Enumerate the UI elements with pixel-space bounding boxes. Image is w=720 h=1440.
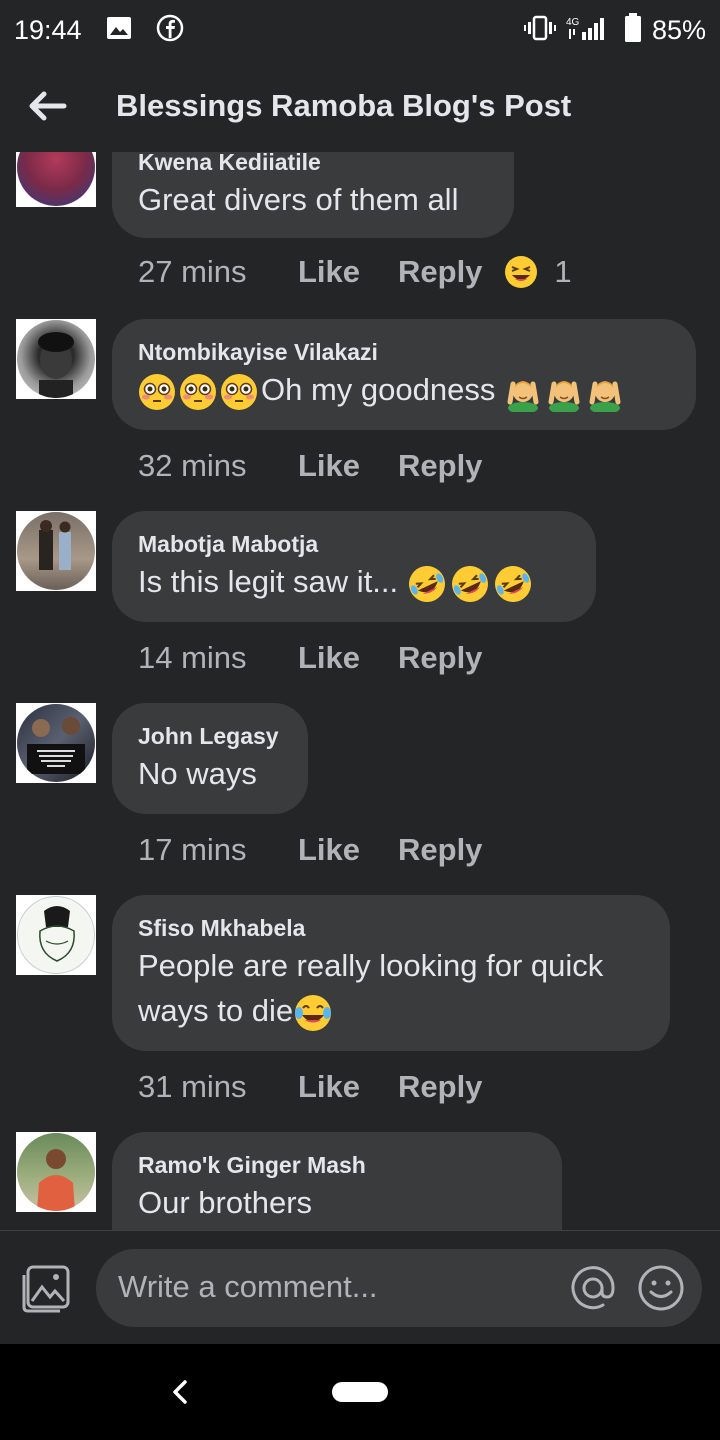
signal-icon: 4G	[566, 15, 614, 46]
reply-button[interactable]: Reply	[398, 832, 482, 868]
vibrate-icon	[523, 15, 556, 46]
avatar[interactable]	[16, 1132, 96, 1212]
comment-composer: Write a comment...	[0, 1230, 720, 1344]
like-button[interactable]: Like	[298, 254, 398, 290]
comment-actions: 27 mins Like Reply 1	[138, 252, 572, 292]
comment-author[interactable]: John Legasy	[138, 721, 282, 751]
comment-text-line-2: ways to die	[138, 988, 644, 1033]
reaction-count: 1	[554, 254, 572, 289]
comment-text: Is this legit saw it...	[138, 559, 570, 604]
reply-button[interactable]: Reply	[398, 1069, 482, 1105]
gallery-icon	[106, 16, 132, 45]
facepalm-person-emoji-icon	[507, 380, 539, 412]
comment-time[interactable]: 17 mins	[138, 832, 298, 868]
reaction-summary[interactable]: 1	[504, 254, 572, 290]
like-button[interactable]: Like	[298, 448, 398, 484]
comment-text: Our brothers	[138, 1185, 313, 1220]
at-icon	[571, 1266, 615, 1310]
like-button[interactable]: Like	[298, 1069, 398, 1105]
flushed-emoji-icon	[180, 373, 216, 410]
comment-bubble[interactable]: Mabotja Mabotja Is this legit saw it...	[112, 511, 596, 622]
comment-time[interactable]: 32 mins	[138, 448, 298, 484]
avatar[interactable]	[16, 703, 96, 783]
avatar[interactable]	[16, 895, 96, 975]
svg-text:4G: 4G	[566, 17, 580, 28]
photo-button[interactable]	[18, 1261, 74, 1317]
nav-back-icon	[173, 1380, 187, 1404]
comment-bubble[interactable]: Ramo'k Ginger Mash Our brothers	[112, 1132, 562, 1230]
comment-author[interactable]: Sfiso Mkhabela	[138, 913, 644, 943]
comment-text: Oh my goodness	[138, 367, 670, 412]
page-title: Blessings Ramoba Blog's Post	[116, 88, 572, 123]
header: Blessings Ramoba Blog's Post	[0, 60, 720, 152]
nav-back-button[interactable]	[166, 1376, 194, 1408]
reply-button[interactable]: Reply	[398, 254, 482, 290]
comment-text-body: Oh my goodness	[261, 372, 504, 407]
smile-icon	[638, 1265, 684, 1311]
comment-actions: 31 mins Like Reply	[138, 1067, 482, 1107]
comment-time[interactable]: 14 mins	[138, 640, 298, 676]
comment-time[interactable]: 27 mins	[138, 254, 298, 290]
status-bar: 19:44 4G 85%	[0, 0, 720, 60]
comment-time[interactable]: 31 mins	[138, 1069, 298, 1105]
back-arrow-icon	[29, 91, 67, 121]
home-pill-icon[interactable]	[332, 1382, 388, 1402]
facepalm-person-emoji-icon	[589, 380, 621, 412]
comment-author[interactable]: Mabotja Mabotja	[138, 529, 570, 559]
comment-input[interactable]: Write a comment...	[96, 1249, 702, 1327]
comment-actions: 14 mins Like Reply	[138, 638, 482, 678]
mention-button[interactable]	[568, 1263, 618, 1313]
tears-of-joy-emoji-icon	[295, 994, 332, 1031]
comment-text-body: Is this legit saw it...	[138, 564, 407, 599]
comment-text-line: People are really looking for quick	[138, 948, 604, 983]
avatar[interactable]	[16, 152, 96, 207]
comment-text: Great divers of them all	[138, 182, 459, 217]
comment-text: No ways	[138, 756, 257, 791]
flushed-emoji-icon	[139, 373, 175, 410]
facebook-icon	[156, 14, 184, 47]
battery-icon	[624, 12, 642, 48]
comment-author[interactable]: Ntombikayise Vilakazi	[138, 337, 670, 367]
status-time: 19:44	[14, 14, 82, 45]
comment-actions: 17 mins Like Reply	[138, 830, 482, 870]
comment-text: People are really looking for quick ways…	[138, 943, 644, 1033]
system-nav-bar	[0, 1344, 720, 1440]
like-button[interactable]: Like	[298, 640, 398, 676]
comment-bubble[interactable]: Kwena Kediiatile Great divers of them al…	[112, 152, 514, 238]
battery-level: 85%	[651, 14, 706, 45]
flushed-emoji-icon	[221, 373, 257, 410]
avatar[interactable]	[16, 511, 96, 591]
reply-button[interactable]: Reply	[398, 448, 482, 484]
facepalm-person-emoji-icon	[548, 380, 580, 412]
comment-bubble[interactable]: Ntombikayise Vilakazi Oh my goodness	[112, 319, 696, 430]
back-button[interactable]	[2, 60, 94, 152]
comment-input-placeholder: Write a comment...	[118, 1269, 378, 1304]
reply-button[interactable]: Reply	[398, 640, 482, 676]
comment-author[interactable]: Kwena Kediiatile	[138, 152, 488, 177]
comment-bubble[interactable]: Sfiso Mkhabela People are really looking…	[112, 895, 670, 1051]
rofl-emoji-icon	[451, 565, 488, 602]
laughing-emoji-icon	[505, 256, 538, 288]
photo-icon	[22, 1265, 70, 1313]
emoji-button[interactable]	[636, 1263, 686, 1313]
rofl-emoji-icon	[494, 565, 531, 602]
comments-feed[interactable]: Kwena Kediiatile Great divers of them al…	[0, 152, 720, 1230]
avatar[interactable]	[16, 319, 96, 399]
like-button[interactable]: Like	[298, 832, 398, 868]
comment-text-body: ways to die	[138, 993, 294, 1028]
comment-actions: 32 mins Like Reply	[138, 446, 482, 486]
comment-bubble[interactable]: John Legasy No ways	[112, 703, 308, 814]
comment-author[interactable]: Ramo'k Ginger Mash	[138, 1150, 536, 1180]
rofl-emoji-icon	[408, 565, 445, 602]
